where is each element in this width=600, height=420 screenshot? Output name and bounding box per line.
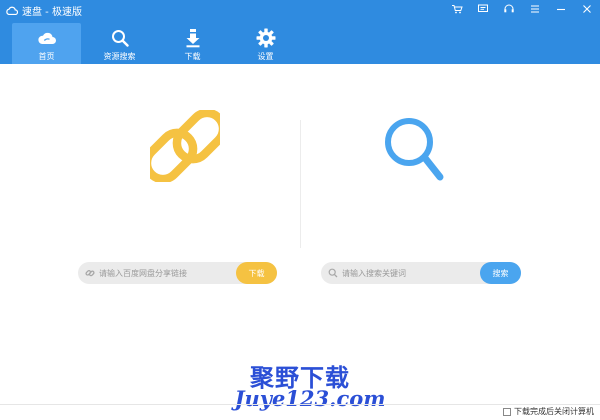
resource-search-bar: 搜索: [321, 262, 521, 284]
app-cloud-icon: [6, 6, 18, 15]
tab-resource-search-label: 资源搜索: [103, 52, 136, 61]
close-icon[interactable]: [574, 0, 600, 18]
search-button[interactable]: 搜索: [480, 262, 521, 284]
window-controls: [444, 0, 600, 18]
tab-download-label: 下载: [184, 52, 201, 61]
share-link-bar: 下载: [78, 262, 277, 284]
keyword-search-input[interactable]: [342, 268, 480, 278]
tab-settings[interactable]: 设置: [231, 23, 300, 64]
app-title: 速盘 - 极速版: [6, 2, 82, 18]
cloud-icon: [37, 32, 56, 44]
minimize-icon[interactable]: [548, 0, 574, 18]
headset-icon[interactable]: [496, 0, 522, 18]
shutdown-label: 下载完成后关闭计算机: [514, 407, 594, 416]
message-icon[interactable]: [470, 0, 496, 18]
download-button[interactable]: 下载: [236, 262, 277, 284]
tab-home[interactable]: 首页: [12, 23, 81, 64]
search-illustration-icon: [385, 118, 444, 181]
shutdown-checkbox[interactable]: [503, 407, 511, 416]
tab-resource-search[interactable]: 资源搜索: [85, 23, 154, 64]
cart-icon[interactable]: [444, 0, 470, 18]
link-small-icon: [85, 268, 95, 278]
footer-divider: [0, 404, 600, 405]
title-bar: 速盘 - 极速版 首页 资源搜索 下载 设置: [0, 0, 600, 64]
search-small-icon: [328, 268, 338, 278]
link-icon: [150, 110, 220, 182]
main-tabs: 首页 资源搜索 下载 设置: [12, 23, 304, 64]
gear-icon: [256, 28, 275, 48]
shutdown-option[interactable]: 下载完成后关闭计算机: [503, 406, 594, 417]
download-icon: [186, 29, 199, 48]
app-title-text: 速盘 - 极速版: [22, 6, 82, 18]
tab-download[interactable]: 下载: [158, 23, 227, 64]
menu-icon[interactable]: [522, 0, 548, 18]
search-icon: [111, 30, 129, 47]
tab-home-label: 首页: [38, 52, 55, 61]
center-divider: [300, 120, 301, 248]
tab-settings-label: 设置: [257, 52, 274, 61]
share-link-input[interactable]: [99, 268, 236, 278]
